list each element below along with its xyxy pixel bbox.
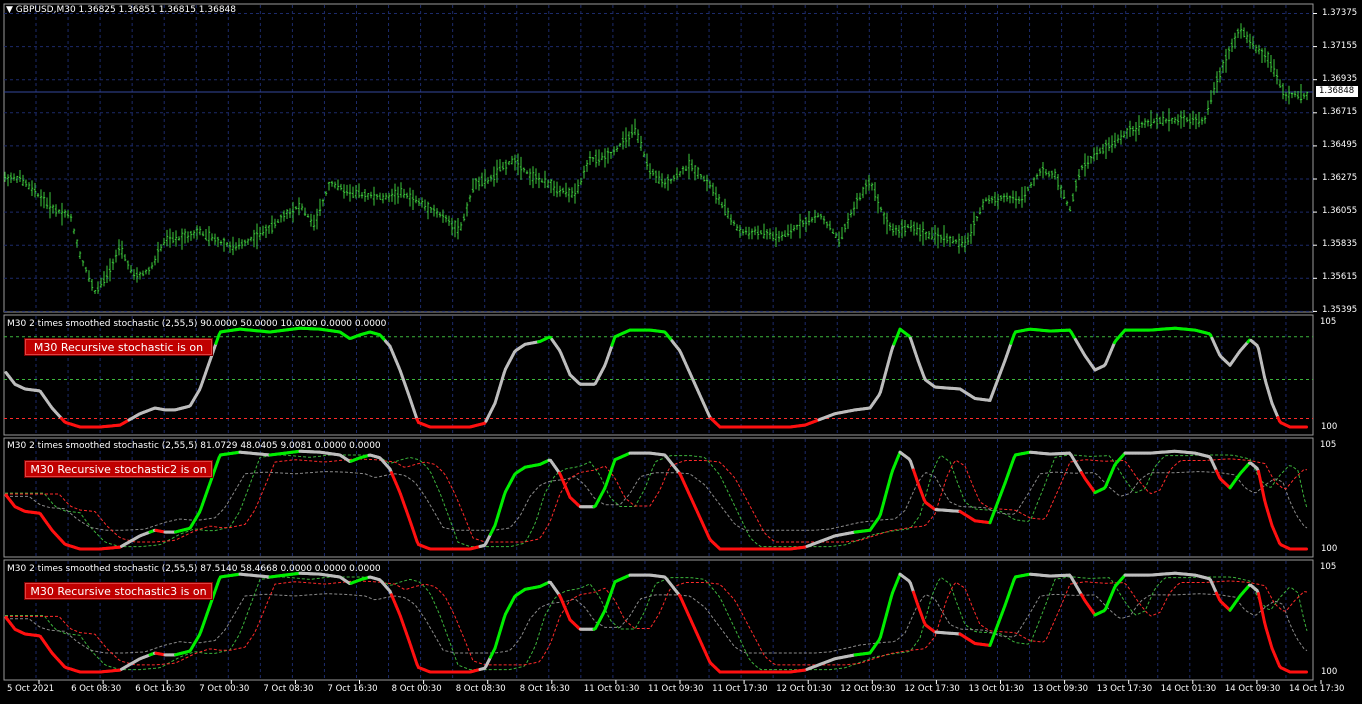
recursive-stochastic-button[interactable]: M30 Recursive stochastic is on bbox=[24, 338, 213, 356]
envelope-mid-line bbox=[5, 472, 1307, 531]
time-axis-label: 8 Oct 16:30 bbox=[520, 684, 570, 694]
price-tick-label: 1.36275 bbox=[1322, 173, 1357, 183]
trading-terminal-chart[interactable]: ▼ GBPUSD,M30 1.36825 1.36851 1.36815 1.3… bbox=[0, 0, 1362, 700]
recursive-stochastic3-button[interactable]: M30 Recursive stochastic3 is on bbox=[24, 582, 213, 600]
indicator-title-2: M30 2 times smoothed stochastic (2,55,5)… bbox=[7, 441, 381, 451]
indicator-title-3: M30 2 times smoothed stochastic (2,55,5)… bbox=[7, 564, 381, 574]
time-axis-label: 14 Oct 01:30 bbox=[1161, 684, 1216, 694]
time-axis-label: 13 Oct 17:30 bbox=[1097, 684, 1152, 694]
time-axis-label: 6 Oct 16:30 bbox=[135, 684, 185, 694]
price-tick-label: 1.37375 bbox=[1322, 8, 1357, 18]
time-axis-label: 12 Oct 17:30 bbox=[904, 684, 959, 694]
price-tick-label: 1.35835 bbox=[1322, 239, 1357, 249]
price-tick-label: 1.37155 bbox=[1322, 41, 1357, 51]
time-axis-label: 6 Oct 08:30 bbox=[71, 684, 121, 694]
time-axis-label: 11 Oct 09:30 bbox=[648, 684, 703, 694]
dropdown-triangle-icon[interactable]: ▼ bbox=[6, 5, 13, 15]
time-axis-label: 8 Oct 00:30 bbox=[392, 684, 442, 694]
price-tick-label: 1.35615 bbox=[1322, 272, 1357, 282]
envelope-mid-line bbox=[5, 594, 1307, 653]
time-axis-label: 12 Oct 09:30 bbox=[840, 684, 895, 694]
pane-frame-2 bbox=[4, 438, 1313, 557]
time-axis-label: 14 Oct 17:30 bbox=[1289, 684, 1344, 694]
price-tick-label: 1.36935 bbox=[1322, 74, 1357, 84]
time-axis-label: 13 Oct 09:30 bbox=[1033, 684, 1088, 694]
scale-top-label: 105 bbox=[1320, 562, 1336, 572]
price-tick-label: 1.36495 bbox=[1322, 140, 1357, 150]
scale-top-label: 105 bbox=[1320, 317, 1336, 327]
price-tick-label: 1.35395 bbox=[1322, 305, 1357, 315]
recursive-stochastic2-button[interactable]: M30 Recursive stochastic2 is on bbox=[24, 460, 213, 478]
current-price-label: 1.36848 bbox=[1316, 86, 1358, 97]
scale-bottom-label: 100 bbox=[1321, 544, 1337, 554]
symbol-header: ▼ GBPUSD,M30 1.36825 1.36851 1.36815 1.3… bbox=[6, 5, 236, 15]
time-axis-label: 7 Oct 08:30 bbox=[263, 684, 313, 694]
time-axis-label: 11 Oct 17:30 bbox=[712, 684, 767, 694]
time-axis-label: 11 Oct 01:30 bbox=[584, 684, 639, 694]
time-axis-label: 5 Oct 2021 bbox=[7, 684, 54, 694]
time-axis-label: 7 Oct 00:30 bbox=[199, 684, 249, 694]
price-tick-label: 1.36055 bbox=[1322, 206, 1357, 216]
time-axis-label: 14 Oct 09:30 bbox=[1225, 684, 1280, 694]
pane-frame-3 bbox=[4, 560, 1313, 680]
time-axis-label: 12 Oct 01:30 bbox=[776, 684, 831, 694]
scale-bottom-label: 100 bbox=[1321, 422, 1337, 432]
time-axis-label: 7 Oct 16:30 bbox=[328, 684, 378, 694]
time-axis-label: 8 Oct 08:30 bbox=[456, 684, 506, 694]
indicator-title-1: M30 2 times smoothed stochastic (2,55,5)… bbox=[7, 319, 386, 329]
time-axis-label: 13 Oct 01:30 bbox=[969, 684, 1024, 694]
symbol-line: GBPUSD,M30 1.36825 1.36851 1.36815 1.368… bbox=[16, 5, 236, 15]
pane-frame-0 bbox=[4, 4, 1313, 312]
scale-bottom-label: 100 bbox=[1321, 667, 1337, 677]
price-tick-label: 1.36715 bbox=[1322, 107, 1357, 117]
pane-frame-1 bbox=[4, 315, 1313, 435]
scale-top-label: 105 bbox=[1320, 440, 1336, 450]
